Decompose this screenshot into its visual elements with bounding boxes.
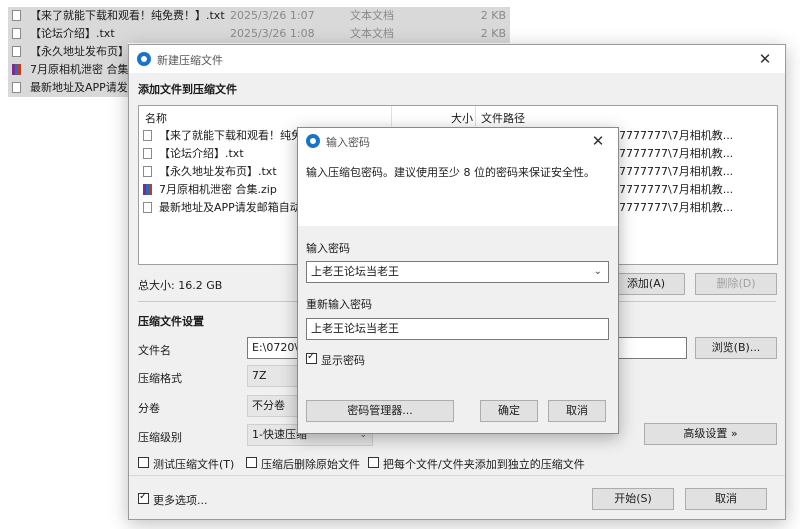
more-options-label: 更多选项... (153, 494, 208, 507)
column-divider (475, 106, 476, 126)
column-size-header[interactable]: 大小 (451, 110, 473, 126)
txt-file-icon (143, 130, 152, 141)
txt-file-icon (12, 28, 21, 39)
volume-label: 分卷 (138, 402, 160, 415)
file-name: 【论坛介绍】.txt (159, 147, 244, 160)
explorer-row-size: 2 KB (480, 27, 506, 40)
reenter-password-field[interactable]: 上老王论坛当老王 (306, 318, 609, 340)
enter-password-value: 上老王论坛当老王 (311, 265, 399, 278)
browse-button[interactable]: 浏览(B)... (695, 337, 777, 359)
app-logo-icon (306, 134, 320, 148)
more-options-checkbox[interactable] (138, 491, 149, 504)
level-label: 压缩级别 (138, 431, 182, 444)
txt-file-icon (143, 202, 152, 213)
explorer-row-size: 2 KB (480, 9, 506, 22)
explorer-row-date: 2025/3/26 1:08 (230, 27, 315, 40)
reenter-password-label: 重新输入密码 (306, 298, 372, 311)
explorer-row[interactable]: 7月原相机泄密 合集.zip (8, 61, 148, 79)
password-cancel-button[interactable]: 取消 (548, 400, 606, 422)
explorer-row[interactable]: 【永久地址发布页】.txt (8, 43, 148, 61)
file-name: 【永久地址发布页】.txt (159, 165, 277, 178)
close-icon[interactable]: ✕ (745, 45, 785, 73)
format-label: 压缩格式 (138, 372, 182, 385)
column-path-header[interactable]: 文件路径 (481, 110, 525, 126)
chevron-down-icon[interactable]: ⌄ (594, 262, 602, 282)
filename-label: 文件名 (138, 344, 171, 357)
explorer-row-name: 【来了就能下载和观看！纯免费！】.txt (30, 9, 225, 22)
test-archive-checkbox[interactable] (138, 457, 149, 468)
explorer-row-type: 文本文档 (350, 9, 394, 22)
delete-after-label: 压缩后删除原始文件 (261, 458, 360, 471)
enter-password-label: 输入密码 (306, 242, 350, 255)
explorer-row-type: 文本文档 (350, 27, 394, 40)
separate-archives-checkbox[interactable] (368, 457, 379, 468)
start-button[interactable]: 开始(S) (592, 488, 674, 510)
txt-file-icon (12, 82, 21, 93)
file-name: 7月原相机泄密 合集.zip (159, 183, 277, 196)
app-logo-icon (137, 52, 151, 66)
show-password-checkbox[interactable] (306, 351, 317, 364)
password-dialog-title: 输入密码 (326, 136, 370, 149)
title-bar: 新建压缩文件 ✕ (129, 45, 785, 73)
ok-button[interactable]: 确定 (480, 400, 538, 422)
file-path: 7777777\7月相机教... (619, 129, 734, 142)
file-path: 7777777\7月相机教... (619, 201, 734, 214)
explorer-row-date: 2025/3/26 1:07 (230, 9, 315, 22)
delete-after-checkbox[interactable] (246, 457, 257, 468)
password-manager-button[interactable]: 密码管理器... (306, 400, 454, 422)
column-name-header[interactable]: 名称 (145, 110, 167, 126)
txt-file-icon (143, 166, 152, 177)
dialog-title: 新建压缩文件 (157, 54, 223, 67)
password-title-bar: 输入密码 ✕ (298, 128, 618, 154)
close-icon[interactable]: ✕ (578, 128, 618, 154)
explorer-row[interactable]: 【论坛介绍】.txt 2025/3/26 1:08 文本文档 2 KB (8, 25, 510, 43)
cancel-button[interactable]: 取消 (685, 488, 767, 510)
explorer-row-name: 【论坛介绍】.txt (30, 27, 115, 40)
password-dialog: 输入密码 ✕ 输入压缩包密码。建议使用至少 8 位的密码来保证安全性。 输入密码… (297, 127, 619, 434)
zip-archive-icon (143, 184, 152, 195)
txt-file-icon (143, 148, 152, 159)
file-path: 7777777\7月相机教... (619, 147, 734, 160)
txt-file-icon (12, 10, 21, 21)
divider (129, 475, 785, 476)
password-description: 输入压缩包密码。建议使用至少 8 位的密码来保证安全性。 (306, 166, 595, 179)
separate-archives-label: 把每个文件/文件夹添加到独立的压缩文件 (383, 458, 585, 471)
enter-password-field[interactable]: 上老王论坛当老王 ⌄ (306, 261, 609, 283)
advanced-settings-button[interactable]: 高级设置 » (644, 423, 777, 445)
explorer-row[interactable]: 最新地址及APP请发邮箱 (8, 79, 150, 97)
test-archive-label: 测试压缩文件(T) (153, 458, 235, 471)
zip-archive-icon (12, 64, 21, 75)
column-divider (391, 106, 392, 126)
file-name: 最新地址及APP请发邮箱自动获 (159, 201, 312, 214)
show-password-label: 显示密码 (321, 354, 365, 367)
explorer-row[interactable]: 【来了就能下载和观看！纯免费！】.txt 2025/3/26 1:07 文本文档… (8, 7, 510, 25)
file-path: 7777777\7月相机教... (619, 165, 734, 178)
txt-file-icon (12, 46, 21, 57)
total-size: 总大小: 16.2 GB (138, 279, 223, 292)
file-path: 7777777\7月相机教... (619, 183, 734, 196)
section-add-files-heading: 添加文件到压缩文件 (138, 83, 237, 96)
section-settings-heading: 压缩文件设置 (138, 315, 204, 328)
delete-button[interactable]: 删除(D) (695, 273, 777, 295)
